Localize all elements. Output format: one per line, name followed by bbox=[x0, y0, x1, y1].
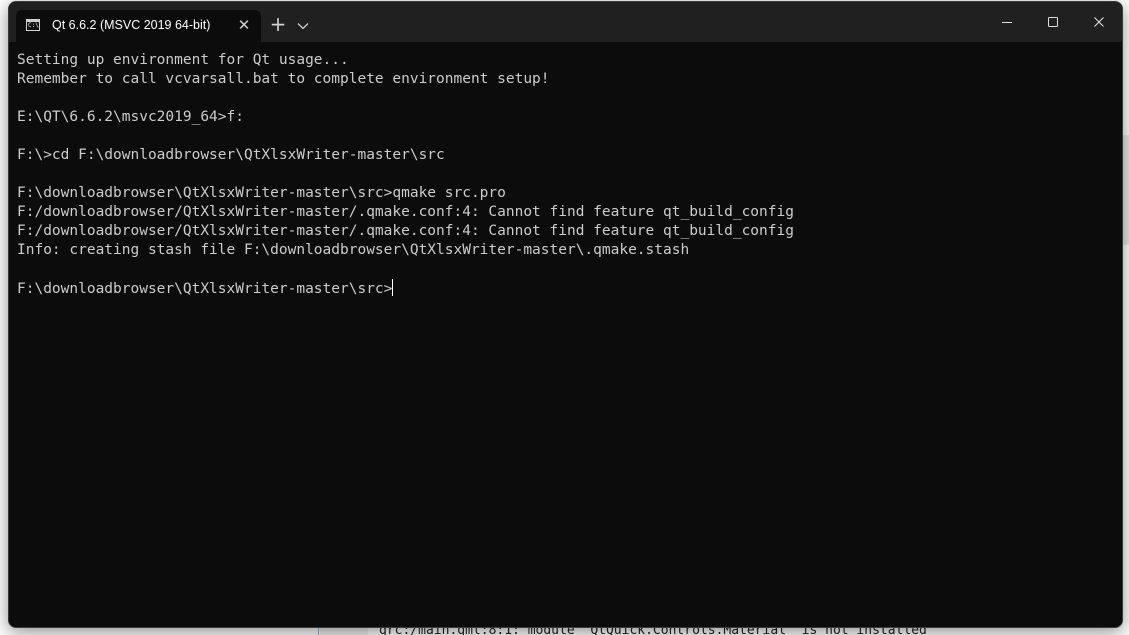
close-tab-icon[interactable]: ✕ bbox=[234, 15, 254, 35]
terminal-line: F:/downloadbrowser/QtXlsxWriter-master/.… bbox=[17, 204, 794, 220]
terminal-line: E:\QT\6.6.2\msvc2019_64>f: bbox=[17, 109, 244, 125]
terminal-prompt: F:\downloadbrowser\QtXlsxWriter-master\s… bbox=[17, 281, 393, 297]
tab-title: Qt 6.6.2 (MSVC 2019 64-bit) bbox=[52, 18, 211, 32]
terminal-prompt-line[interactable]: F:\downloadbrowser\QtXlsxWriter-master\s… bbox=[17, 279, 794, 298]
console-icon-text: C:\ bbox=[28, 22, 39, 29]
terminal-line: F:\>cd F:\downloadbrowser\QtXlsxWriter-m… bbox=[17, 147, 445, 163]
terminal-window: C:\ Qt 6.6.2 (MSVC 2019 64-bit) ✕ + Sett… bbox=[8, 1, 1123, 628]
terminal-lines: Setting up environment for Qt usage... R… bbox=[17, 51, 794, 298]
terminal-line: Info: creating stash file F:\downloadbro… bbox=[17, 242, 690, 258]
chevron-down-icon[interactable] bbox=[297, 15, 317, 35]
close-window-icon[interactable] bbox=[1076, 2, 1122, 42]
terminal-line: F:/downloadbrowser/QtXlsxWriter-master/.… bbox=[17, 223, 794, 239]
terminal-line: F:\downloadbrowser\QtXlsxWriter-master\s… bbox=[17, 185, 506, 201]
terminal-line: Remember to call vcvarsall.bat to comple… bbox=[17, 71, 550, 87]
new-tab-icon[interactable]: + bbox=[267, 14, 289, 36]
text-cursor bbox=[392, 279, 394, 296]
title-bar[interactable]: C:\ Qt 6.6.2 (MSVC 2019 64-bit) ✕ + bbox=[9, 2, 1122, 42]
console-icon: C:\ bbox=[26, 19, 40, 31]
terminal-output[interactable]: Setting up environment for Qt usage... R… bbox=[9, 42, 1122, 627]
maximize-icon[interactable] bbox=[1030, 2, 1076, 42]
minimize-icon[interactable] bbox=[984, 2, 1030, 42]
terminal-line: Setting up environment for Qt usage... bbox=[17, 52, 349, 68]
tab-qt-terminal[interactable]: C:\ Qt 6.6.2 (MSVC 2019 64-bit) ✕ bbox=[16, 10, 261, 42]
